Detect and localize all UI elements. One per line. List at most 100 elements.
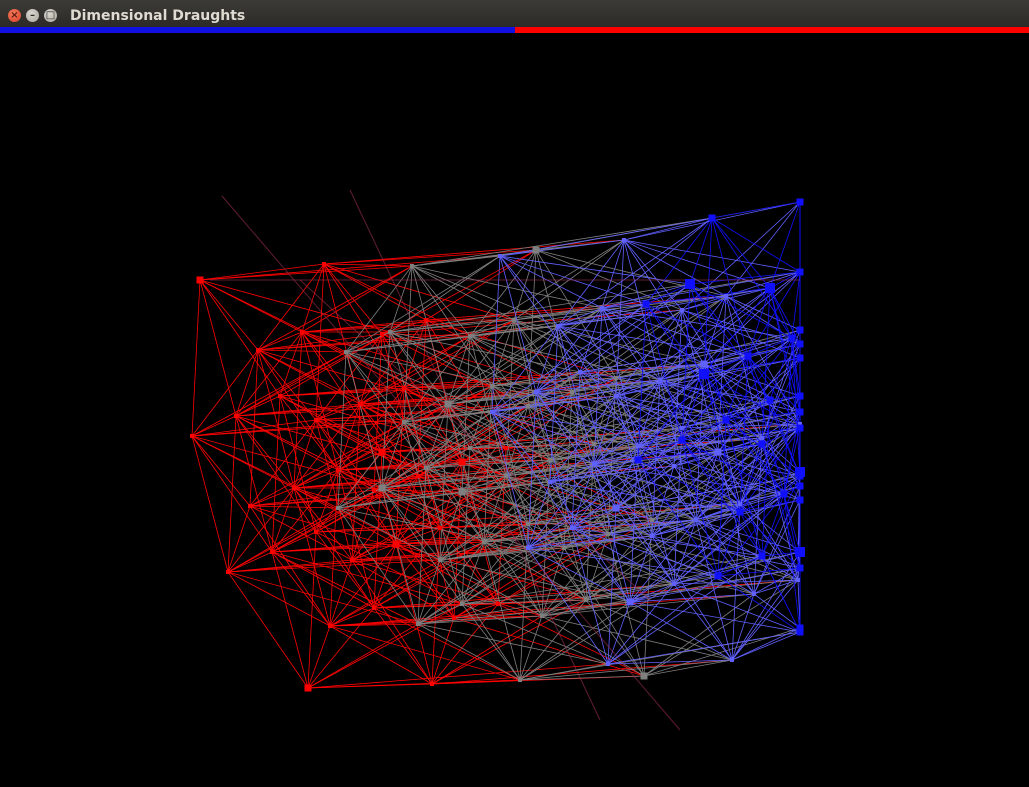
board-cell[interactable]	[795, 547, 805, 557]
board-cell[interactable]	[196, 276, 204, 284]
board-cell[interactable]	[562, 546, 566, 550]
board-cell[interactable]	[416, 474, 420, 478]
board-cell[interactable]	[424, 318, 428, 322]
board-cell[interactable]	[612, 504, 620, 512]
board-cell[interactable]	[570, 526, 574, 530]
board-cell[interactable]	[730, 658, 734, 662]
board-cell[interactable]	[606, 532, 610, 536]
board-cell[interactable]	[788, 334, 796, 342]
board-cell[interactable]	[526, 404, 530, 408]
board-cell[interactable]	[540, 614, 544, 618]
board-cell[interactable]	[796, 198, 804, 206]
board-cell[interactable]	[658, 378, 662, 382]
board-cell[interactable]	[468, 446, 472, 450]
board-cell[interactable]	[714, 448, 722, 456]
board-cell[interactable]	[350, 558, 354, 562]
board-cell[interactable]	[738, 502, 742, 506]
board-cell[interactable]	[650, 518, 654, 522]
board-cell[interactable]	[314, 418, 318, 422]
board-cell[interactable]	[736, 508, 744, 516]
board-cell[interactable]	[714, 572, 722, 580]
board-cell[interactable]	[444, 400, 452, 408]
board-cell[interactable]	[336, 468, 340, 472]
board-cell[interactable]	[744, 352, 752, 360]
close-icon[interactable]: ×	[8, 9, 21, 22]
board-cell[interactable]	[248, 504, 252, 508]
board-cell[interactable]	[532, 246, 540, 254]
board-cell[interactable]	[795, 467, 805, 477]
board-cell[interactable]	[292, 486, 296, 490]
board-cell[interactable]	[780, 490, 788, 498]
board-cell[interactable]	[438, 526, 442, 530]
board-cell[interactable]	[482, 540, 486, 544]
board-cell[interactable]	[496, 602, 500, 606]
board-cell[interactable]	[556, 324, 560, 328]
board-cell[interactable]	[438, 558, 442, 562]
board-cell[interactable]	[300, 330, 304, 334]
board-cell[interactable]	[614, 394, 618, 398]
board-cell[interactable]	[685, 279, 695, 289]
board-cell[interactable]	[458, 458, 466, 466]
board-cell[interactable]	[766, 396, 774, 404]
board-cell[interactable]	[402, 386, 406, 390]
board-cell[interactable]	[752, 592, 756, 596]
board-cell[interactable]	[490, 384, 494, 388]
board-cell[interactable]	[758, 440, 766, 448]
board-cell[interactable]	[372, 488, 376, 492]
board-cell[interactable]	[796, 496, 804, 504]
board-cell[interactable]	[358, 402, 362, 406]
board-cell[interactable]	[226, 570, 230, 574]
board-cell[interactable]	[504, 474, 508, 478]
board-cell[interactable]	[592, 462, 596, 466]
board-cell[interactable]	[410, 264, 414, 268]
board-cell[interactable]	[490, 410, 494, 414]
board-cell[interactable]	[344, 350, 348, 354]
board-cell[interactable]	[380, 332, 384, 336]
board-cell[interactable]	[796, 578, 800, 582]
board-cell[interactable]	[460, 602, 464, 606]
board-cell[interactable]	[642, 300, 650, 308]
board-cell[interactable]	[614, 376, 618, 380]
board-cell[interactable]	[796, 408, 804, 416]
board-cell[interactable]	[278, 394, 282, 398]
game-board[interactable]	[0, 33, 1029, 787]
board-cell[interactable]	[650, 534, 654, 538]
board-cell[interactable]	[424, 466, 428, 470]
board-cell[interactable]	[570, 390, 574, 394]
board-cell[interactable]	[314, 530, 318, 534]
board-cell[interactable]	[304, 684, 312, 692]
board-cell[interactable]	[416, 622, 420, 626]
board-cell[interactable]	[626, 598, 634, 606]
board-cell[interactable]	[270, 550, 274, 554]
board-cell[interactable]	[372, 606, 376, 610]
board-cell[interactable]	[392, 540, 400, 548]
board-cell[interactable]	[796, 564, 804, 572]
board-cell[interactable]	[765, 283, 775, 293]
board-cell[interactable]	[672, 464, 676, 468]
board-cell[interactable]	[336, 506, 340, 510]
board-cell[interactable]	[796, 482, 804, 490]
board-cell[interactable]	[504, 446, 508, 450]
minimize-icon[interactable]: –	[26, 9, 39, 22]
board-cell[interactable]	[600, 306, 604, 310]
maximize-icon[interactable]: □	[44, 9, 57, 22]
board-cell[interactable]	[672, 582, 676, 586]
board-cell[interactable]	[796, 268, 804, 276]
board-cell[interactable]	[796, 326, 804, 334]
board-cell[interactable]	[708, 214, 716, 222]
board-cell[interactable]	[190, 434, 194, 438]
board-cell[interactable]	[622, 238, 626, 242]
board-cell[interactable]	[452, 616, 456, 620]
board-cell[interactable]	[699, 369, 709, 379]
board-cell[interactable]	[378, 448, 386, 456]
board-cell[interactable]	[526, 546, 530, 550]
board-cell[interactable]	[760, 436, 764, 440]
board-cell[interactable]	[548, 480, 552, 484]
board-cell[interactable]	[430, 682, 434, 686]
board-cell[interactable]	[796, 354, 804, 362]
board-cell[interactable]	[678, 436, 686, 444]
board-cell[interactable]	[722, 416, 730, 424]
board-cell[interactable]	[680, 308, 684, 312]
board-cell[interactable]	[796, 424, 804, 432]
board-cell[interactable]	[534, 390, 538, 394]
